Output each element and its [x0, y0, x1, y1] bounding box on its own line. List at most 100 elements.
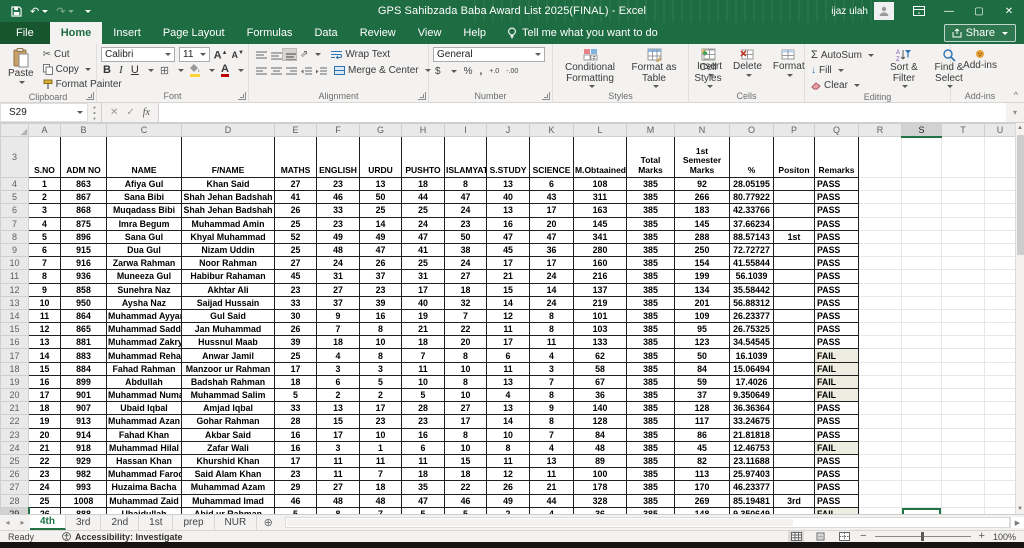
cell-S19[interactable]: [901, 374, 942, 390]
table-header-D3[interactable]: F/NAME: [181, 136, 275, 178]
sheet-tab-nur[interactable]: NUR: [215, 515, 258, 530]
cell-U27[interactable]: [984, 480, 1016, 495]
minimize-button[interactable]: —: [934, 0, 964, 22]
cell-B11[interactable]: 936: [60, 269, 107, 284]
cell-F15[interactable]: 7: [316, 322, 360, 337]
cell-Q19[interactable]: FAIL: [814, 374, 859, 390]
cell-C27[interactable]: Huzaima Bacha: [106, 480, 182, 495]
cell-F8[interactable]: 49: [316, 229, 360, 244]
cell-E20[interactable]: 5: [274, 387, 317, 403]
cell-T3[interactable]: [941, 136, 985, 178]
cell-I6[interactable]: 24: [444, 203, 487, 218]
cell-D9[interactable]: Nizam Uddin: [181, 242, 275, 258]
cell-M8[interactable]: 385: [626, 229, 675, 244]
cell-F4[interactable]: 23: [316, 176, 360, 192]
cell-P9[interactable]: [773, 242, 815, 258]
cell-C16[interactable]: Muhammad Zakrya: [106, 335, 182, 350]
alignment-dialog-launcher[interactable]: [418, 92, 426, 100]
cell-P10[interactable]: [773, 256, 815, 271]
cell-R3[interactable]: [858, 136, 902, 178]
page-layout-view-button[interactable]: [812, 531, 828, 542]
cell-R20[interactable]: [858, 387, 902, 403]
table-header-J3[interactable]: S.STUDY: [486, 136, 530, 178]
row-header-29[interactable]: 29: [0, 506, 30, 514]
cell-P4[interactable]: [773, 176, 815, 192]
cell-N13[interactable]: 201: [674, 295, 730, 310]
cell-M21[interactable]: 385: [626, 401, 675, 416]
cell-R25[interactable]: [858, 453, 902, 469]
cell-G6[interactable]: 25: [359, 203, 402, 218]
cell-E4[interactable]: 27: [274, 176, 317, 192]
cell-I22[interactable]: 17: [444, 414, 487, 429]
cell-O19[interactable]: 17.4026: [729, 374, 774, 390]
cell-F23[interactable]: 17: [316, 427, 360, 442]
cell-G16[interactable]: 10: [359, 335, 402, 350]
cell-T7[interactable]: [941, 216, 985, 231]
cell-D20[interactable]: Muhammad Salim: [181, 387, 275, 403]
cell-S15[interactable]: [901, 322, 942, 337]
cell-T26[interactable]: [941, 467, 985, 482]
cell-H8[interactable]: 47: [401, 229, 445, 244]
decrease-indent-button[interactable]: [298, 65, 312, 76]
cell-A6[interactable]: 3: [28, 203, 61, 218]
cell-G10[interactable]: 26: [359, 256, 402, 271]
cell-M6[interactable]: 385: [626, 203, 675, 218]
cell-E22[interactable]: 28: [274, 414, 317, 429]
sort-filter-button[interactable]: AZ Sort & Filter: [883, 47, 925, 89]
cell-P16[interactable]: [773, 335, 815, 350]
cell-E23[interactable]: 16: [274, 427, 317, 442]
row-header-26[interactable]: 26: [0, 467, 29, 482]
cell-B12[interactable]: 858: [60, 282, 107, 297]
cell-P8[interactable]: 1st: [773, 229, 815, 244]
cell-E28[interactable]: 46: [274, 493, 317, 508]
cell-T12[interactable]: [941, 282, 985, 297]
increase-decimal-button[interactable]: +.0: [489, 68, 499, 75]
cell-C7[interactable]: Imra Begum: [106, 216, 182, 231]
cell-P19[interactable]: [773, 374, 815, 390]
cell-N18[interactable]: 84: [674, 361, 730, 376]
cell-A28[interactable]: 25: [28, 493, 61, 508]
cell-K11[interactable]: 24: [529, 269, 574, 284]
cell-A12[interactable]: 9: [28, 282, 61, 297]
cell-R27[interactable]: [858, 480, 902, 495]
cell-D5[interactable]: Shah Jehan Badshah: [181, 190, 275, 205]
cell-L11[interactable]: 216: [573, 269, 627, 284]
comma-style-button[interactable]: ,: [479, 66, 482, 77]
row-header-17[interactable]: 17: [0, 348, 29, 363]
row-header-9[interactable]: 9: [0, 242, 29, 258]
cell-O27[interactable]: 46.23377: [729, 480, 774, 495]
cell-J15[interactable]: 11: [486, 322, 530, 337]
cell-U5[interactable]: [984, 190, 1016, 205]
row-header-25[interactable]: 25: [0, 453, 29, 469]
cell-U19[interactable]: [984, 374, 1016, 390]
cell-E25[interactable]: 17: [274, 453, 317, 469]
cell-U3[interactable]: [984, 136, 1016, 178]
cell-Q21[interactable]: PASS: [814, 401, 859, 416]
column-header-L[interactable]: L: [573, 123, 627, 137]
table-header-L3[interactable]: M.Obtaained: [573, 136, 627, 178]
cell-K21[interactable]: 9: [529, 401, 574, 416]
column-header-O[interactable]: O: [729, 123, 774, 137]
cell-A29[interactable]: 26: [28, 506, 61, 514]
cell-J11[interactable]: 21: [486, 269, 530, 284]
cell-P5[interactable]: [773, 190, 815, 205]
cell-B23[interactable]: 914: [60, 427, 107, 442]
cell-A15[interactable]: 12: [28, 322, 61, 337]
row-header-22[interactable]: 22: [0, 414, 29, 429]
cell-G19[interactable]: 5: [359, 374, 402, 390]
cell-J25[interactable]: 11: [486, 453, 530, 469]
cell-C8[interactable]: Sana Gul: [106, 229, 182, 244]
cell-R15[interactable]: [858, 322, 902, 337]
cell-T8[interactable]: [941, 229, 985, 244]
cell-T29[interactable]: [941, 506, 985, 514]
cell-J21[interactable]: 13: [486, 401, 530, 416]
cell-O22[interactable]: 33.24675: [729, 414, 774, 429]
column-header-Q[interactable]: Q: [814, 123, 859, 137]
cell-S17[interactable]: [901, 348, 942, 363]
cell-D19[interactable]: Badshah Rahman: [181, 374, 275, 390]
cell-E15[interactable]: 26: [274, 322, 317, 337]
cell-U15[interactable]: [984, 322, 1016, 337]
column-header-G[interactable]: G: [359, 123, 402, 137]
table-header-H3[interactable]: PUSHTO: [401, 136, 445, 178]
table-header-A3[interactable]: S.NO: [28, 136, 61, 178]
